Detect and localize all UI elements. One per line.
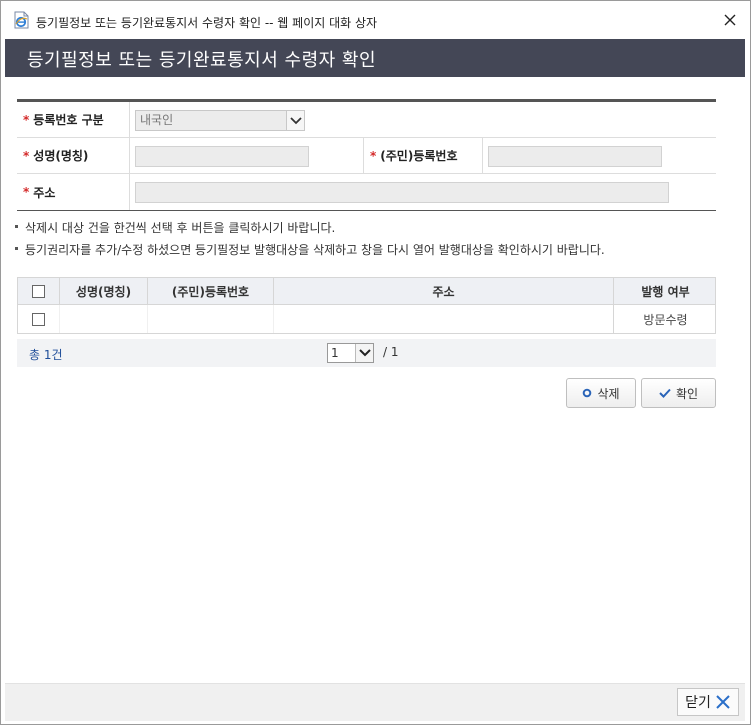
required-mark: * <box>23 148 30 163</box>
page-select-value: 1 <box>331 346 339 360</box>
page-total: / 1 <box>383 345 399 359</box>
select-all-cell <box>18 278 59 304</box>
table-row[interactable]: 방문수령 <box>18 305 715 333</box>
name-label: * 성명(명칭) <box>17 138 130 173</box>
delete-button[interactable]: 삭제 <box>566 378 636 408</box>
bullet-icon <box>15 225 18 228</box>
close-button-label: 닫기 <box>685 695 711 711</box>
notice-text: 삭제시 대상 건을 한건씩 선택 후 버튼을 클릭하시기 바랍니다. <box>25 221 336 235</box>
form-row-reg-type: * 등록번호 구분 내국인 <box>17 102 716 138</box>
confirm-button-label: 확인 <box>675 386 699 401</box>
required-mark: * <box>370 148 377 163</box>
reg-type-select[interactable]: 내국인 <box>135 110 305 131</box>
column-header-name: 성명(명칭) <box>59 278 147 304</box>
window-titlebar: 등기필정보 또는 등기완료통지서 수령자 확인 -- 웹 페이지 대화 상자 <box>1 1 750 39</box>
select-all-checkbox[interactable] <box>32 284 45 298</box>
circle-icon <box>582 388 592 398</box>
column-header-reg-no: (주민)등록번호 <box>147 278 273 304</box>
reg-type-label: * 등록번호 구분 <box>17 102 130 137</box>
chevron-down-icon[interactable] <box>286 111 304 130</box>
column-header-address: 주소 <box>273 278 613 304</box>
required-mark: * <box>23 185 30 199</box>
notice-list: 삭제시 대상 건을 한건씩 선택 후 버튼을 클릭하시기 바랍니다. 등기권리자… <box>15 220 735 264</box>
bullet-icon <box>15 247 18 250</box>
row-select-cell <box>18 305 59 333</box>
reg-type-selected-value: 내국인 <box>140 113 174 127</box>
row-checkbox[interactable] <box>32 312 45 326</box>
issue-target-table: 성명(명칭) (주민)등록번호 주소 발행 여부 방문수령 <box>17 277 716 334</box>
cell-name <box>59 305 147 333</box>
dialog-window: 등기필정보 또는 등기완료통지서 수령자 확인 -- 웹 페이지 대화 상자 등… <box>0 0 751 725</box>
dialog-header: 등기필정보 또는 등기완료통지서 수령자 확인 <box>5 39 745 77</box>
form-row-name: * 성명(명칭) * (주민)등록번호 <box>17 138 716 174</box>
address-label-text: 주소 <box>33 185 56 200</box>
notice-text: 등기권리자를 추가/수정 하셨으면 등기필정보 발행대상을 삭제하고 창을 다시… <box>25 243 605 257</box>
name-field[interactable] <box>135 146 309 167</box>
close-button[interactable]: 닫기 <box>677 688 739 716</box>
total-count: 총 1건 <box>29 348 63 362</box>
reg-type-label-text: 등록번호 구분 <box>33 113 104 127</box>
ie-page-icon <box>14 11 29 29</box>
table-header-row: 성명(명칭) (주민)등록번호 주소 발행 여부 <box>18 278 715 305</box>
form-row-address: * 주소 <box>17 174 716 210</box>
reg-no-label-text: (주민)등록번호 <box>380 149 458 163</box>
cell-address <box>273 305 613 333</box>
notice-item: 삭제시 대상 건을 한건씩 선택 후 버튼을 클릭하시기 바랍니다. <box>15 220 735 242</box>
cell-issue-status: 방문수령 <box>613 305 717 333</box>
notice-item: 등기권리자를 추가/수정 하셨으면 등기필정보 발행대상을 삭제하고 창을 다시… <box>15 242 735 264</box>
window-title: 등기필정보 또는 등기완료통지서 수령자 확인 -- 웹 페이지 대화 상자 <box>36 16 378 30</box>
dialog-footer: 닫기 <box>5 683 745 721</box>
reg-no-field[interactable] <box>488 146 662 167</box>
check-icon <box>659 388 671 398</box>
confirm-button[interactable]: 확인 <box>641 378 716 408</box>
delete-button-label: 삭제 <box>597 386 620 401</box>
close-x-icon <box>716 695 730 709</box>
page-title: 등기필정보 또는 등기완료통지서 수령자 확인 <box>27 50 377 71</box>
address-label: * 주소 <box>17 174 130 210</box>
window-close-icon[interactable] <box>723 13 737 27</box>
name-label-text: 성명(명칭) <box>33 149 89 163</box>
chevron-down-icon[interactable] <box>355 344 373 362</box>
paging-bar: 총 1건 1 / 1 <box>17 339 716 367</box>
address-field[interactable] <box>135 182 669 203</box>
receiver-form: * 등록번호 구분 내국인 * 성명(명칭) * (주민)등록번호 * 주소 <box>17 99 716 211</box>
cell-reg-no <box>147 305 273 333</box>
page-select[interactable]: 1 <box>327 343 374 363</box>
required-mark: * <box>23 112 30 127</box>
reg-no-label: * (주민)등록번호 <box>363 138 483 173</box>
column-header-issue: 발행 여부 <box>613 278 717 304</box>
